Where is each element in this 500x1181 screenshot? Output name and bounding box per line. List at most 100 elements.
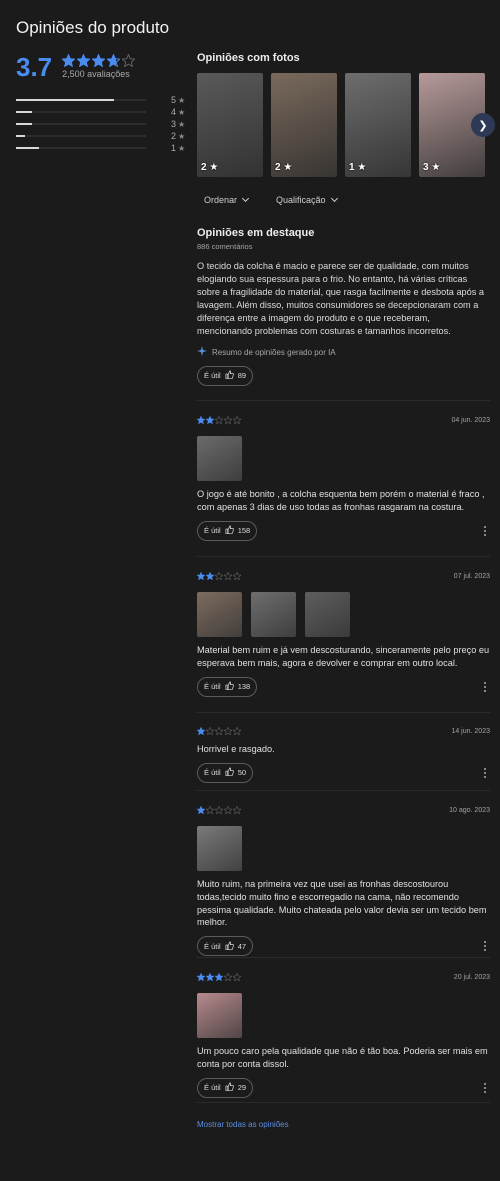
star-empty-icon: [224, 727, 232, 735]
star-empty-icon: [215, 416, 223, 424]
distribution-bar: [16, 99, 146, 101]
more-options-icon[interactable]: [480, 941, 490, 952]
review-image[interactable]: [251, 592, 296, 637]
star-filled-icon: [206, 572, 214, 580]
sparkle-icon: [197, 346, 207, 358]
useful-label: É útil: [204, 941, 221, 951]
average-stars: [62, 54, 136, 68]
distribution-fill: [16, 147, 40, 149]
star-filled-icon: [197, 806, 205, 814]
star-icon: ★: [178, 107, 186, 117]
review-photo[interactable]: 2 ★: [271, 73, 337, 177]
star-icon: ★: [354, 162, 367, 173]
ai-summary-text: O tecido da colcha é macio e parece ser …: [197, 261, 485, 336]
average-rating: 3.7: [16, 52, 53, 82]
featured-title: Opiniões em destaque: [197, 227, 315, 239]
review-stars: [197, 727, 241, 735]
review-text: O jogo é até bonito , a colcha esquenta …: [197, 489, 485, 512]
distribution-bar: [16, 135, 146, 137]
more-options-icon[interactable]: [480, 767, 490, 778]
review-images: [197, 436, 490, 481]
useful-button[interactable]: É útil 138: [197, 676, 258, 697]
useful-count: 50: [237, 768, 247, 778]
carousel-next-button[interactable]: ❯: [471, 113, 495, 137]
sort-dropdown[interactable]: Ordenar: [204, 194, 250, 205]
show-all-reviews-link[interactable]: Mostrar todas as opiniões: [197, 1120, 289, 1129]
star-icon: ★: [178, 95, 186, 105]
star-empty-icon: [215, 572, 223, 580]
distribution-label: 3: [170, 119, 176, 129]
distribution-row: 4 ★: [16, 106, 186, 118]
useful-button[interactable]: É útil 29: [197, 1077, 254, 1098]
star-empty-icon: [224, 572, 232, 580]
star-empty-icon: [215, 806, 223, 814]
divider: [197, 957, 490, 958]
star-empty-icon: [224, 416, 232, 424]
useful-count: 47: [237, 941, 247, 951]
review-date: 10 ago. 2023: [449, 806, 490, 814]
review-image[interactable]: [305, 592, 350, 637]
useful-label: É útil: [204, 371, 221, 380]
divider: [197, 790, 490, 791]
photo-rating-badge: 2 ★: [275, 162, 292, 173]
star-filled-icon: [206, 416, 214, 424]
star-icon: ★: [178, 119, 186, 129]
useful-label: É útil: [204, 768, 221, 778]
useful-count: 29: [237, 1083, 247, 1093]
useful-label: É útil: [204, 682, 221, 692]
distribution-row: 1 ★: [16, 142, 186, 154]
star-empty-icon: [233, 973, 241, 981]
star-icon: ★: [206, 162, 219, 173]
review-images: [197, 826, 490, 871]
rating-filter-label: Qualificação: [276, 195, 326, 205]
review-card: 07 jul. 2023 Material bem ruim e já vem d…: [197, 571, 490, 697]
review-stars: [197, 973, 241, 981]
review-header: 10 ago. 2023: [197, 805, 490, 815]
more-options-icon[interactable]: [480, 525, 490, 536]
review-photo[interactable]: 2 ★: [197, 73, 263, 177]
review-image[interactable]: [197, 592, 242, 637]
star-empty-icon: [122, 54, 136, 67]
star-filled-icon: [197, 727, 205, 735]
thumbs-up-icon: [225, 767, 234, 778]
photos-section-title: Opiniões com fotos: [197, 52, 300, 64]
star-empty-icon: [224, 806, 232, 814]
chevron-down-icon: [241, 194, 250, 203]
distribution-row: 2 ★: [16, 130, 186, 142]
useful-count: 89: [237, 371, 247, 380]
star-empty-icon: [215, 727, 223, 735]
useful-button[interactable]: É útil 89: [197, 365, 254, 386]
ai-note-text: Resumo de opiniões gerado por IA: [212, 347, 336, 357]
photo-rating-badge: 2 ★: [201, 162, 218, 173]
more-options-icon[interactable]: [480, 681, 490, 692]
thumbs-up-icon: [225, 525, 234, 536]
review-footer: É útil 50: [197, 762, 490, 783]
distribution-fill: [16, 123, 32, 125]
review-header: 14 jun. 2023: [197, 726, 490, 736]
review-photo[interactable]: 1 ★: [345, 73, 411, 177]
review-date: 14 jun. 2023: [451, 727, 490, 735]
thumbs-up-icon: [225, 941, 234, 952]
distribution-label: 1: [170, 143, 176, 153]
useful-button[interactable]: É útil 158: [197, 520, 258, 541]
review-image[interactable]: [197, 436, 242, 481]
review-image[interactable]: [197, 826, 242, 871]
review-images: [197, 592, 490, 637]
review-card: 20 jul. 2023 Um pouco caro pela qualidade…: [197, 972, 490, 1098]
distribution-label: 2: [170, 131, 176, 141]
rating-filter-dropdown[interactable]: Qualificação: [276, 194, 338, 205]
thumbs-up-icon: [225, 370, 234, 381]
more-options-icon[interactable]: [480, 1082, 490, 1093]
star-filled-icon: [77, 54, 91, 67]
review-text: Horrivel e rasgado.: [197, 744, 275, 754]
star-icon: ★: [280, 162, 293, 173]
useful-button[interactable]: É útil 50: [197, 762, 254, 783]
useful-button[interactable]: É útil 47: [197, 936, 254, 957]
review-image[interactable]: [197, 993, 242, 1038]
review-stars: [197, 416, 241, 424]
star-empty-icon: [224, 973, 232, 981]
distribution-fill: [16, 99, 114, 101]
useful-label: É útil: [204, 526, 221, 536]
thumbs-up-icon: [225, 681, 234, 692]
distribution-row: 5 ★: [16, 94, 186, 106]
